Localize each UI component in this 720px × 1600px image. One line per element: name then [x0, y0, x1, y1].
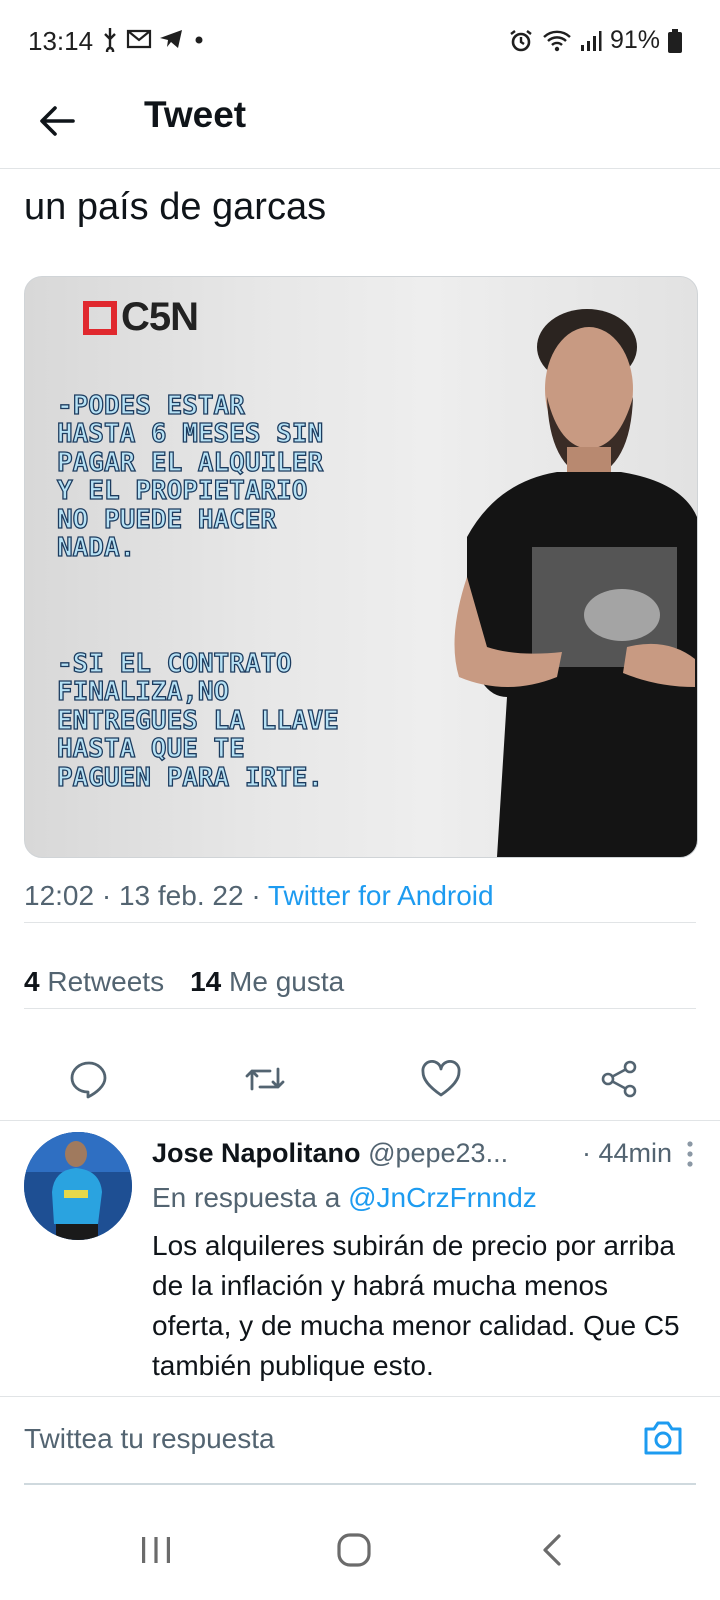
likes-label: Me gusta [229, 966, 345, 997]
reply-text: Los alquileres subirán de precio por arr… [152, 1230, 680, 1381]
reply-input-underline [24, 1483, 696, 1485]
app-bar: Tweet [0, 80, 720, 169]
arrow-left-icon [40, 106, 75, 136]
share-icon [601, 1060, 637, 1098]
tweet-stats: 4 Retweets 14 Me gusta [24, 966, 344, 998]
reply-composer: Twittea tu respuesta [0, 1396, 720, 1493]
camera-icon [644, 1421, 682, 1455]
likes-count: 14 [190, 966, 222, 997]
like-button[interactable] [416, 1054, 466, 1104]
reply-author-name[interactable]: Jose Napolitano [152, 1138, 361, 1168]
battery-icon [668, 28, 682, 53]
likes-stat[interactable]: 14 Me gusta [190, 966, 344, 998]
dot-icon [195, 36, 203, 44]
tweet-meta: 12:02 · 13 feb. 22 · Twitter for Android [24, 880, 494, 911]
reply-input[interactable]: Twittea tu respuesta [24, 1423, 275, 1455]
alarm-icon [510, 29, 532, 51]
gmail-icon [126, 29, 152, 49]
more-vertical-icon [687, 1141, 693, 1167]
presenter-figure [454, 309, 697, 857]
image-caption-block-1: -PODES ESTAR HASTA 6 MESES SIN PAGAR EL … [56, 390, 324, 563]
c5n-logo: C5N [83, 295, 199, 340]
home-icon [337, 1533, 371, 1567]
reply-author-handle[interactable]: @pepe23... [368, 1138, 508, 1168]
tweet-text: un país de garcas [24, 186, 327, 228]
back-button[interactable] [30, 94, 84, 148]
retweets-stat[interactable]: 4 Retweets [24, 966, 164, 998]
page-title: Tweet [144, 94, 247, 135]
reply-icon [70, 1061, 107, 1099]
retweet-button[interactable] [240, 1054, 290, 1104]
c5n-logo-square [83, 300, 117, 335]
reply-context-mention[interactable]: @JnCrzFrnndz [348, 1182, 537, 1213]
retweet-icon [245, 1067, 285, 1091]
telegram-icon [160, 30, 182, 48]
avatar-image [24, 1132, 132, 1240]
reply-tweet[interactable]: Jose Napolitano @pepe23... · 44min En re… [0, 1122, 720, 1394]
c5n-logo-text: C5N [121, 295, 199, 339]
chevron-left-icon [543, 1534, 561, 1566]
reply-button[interactable] [64, 1054, 114, 1104]
reply-context-label: En respuesta a [152, 1182, 341, 1213]
share-button[interactable] [594, 1054, 644, 1104]
status-bar: 13:14 91% [0, 0, 720, 80]
tweet-source-link[interactable]: Twitter for Android [268, 880, 494, 911]
tweet-date: 13 feb. 22 [118, 880, 244, 911]
status-time: 13:14 [28, 26, 94, 56]
notification-icons [100, 26, 208, 52]
tweet-actions [0, 1040, 720, 1121]
camera-button[interactable] [640, 1415, 686, 1461]
wifi-icon [543, 30, 571, 51]
divider [24, 922, 696, 923]
tweet-time: 12:02 [24, 880, 95, 911]
system-navigation-bar [0, 1500, 720, 1600]
home-button[interactable] [326, 1522, 382, 1578]
retweets-count: 4 [24, 966, 40, 997]
battery-percent: 91% [609, 26, 660, 54]
signal-icon [580, 30, 602, 51]
system-status: 91% [508, 26, 682, 55]
tweet-image[interactable]: C5N -PODES ESTAR HASTA 6 MESES SIN PAGAR… [24, 276, 698, 858]
heart-icon [421, 1060, 461, 1097]
reply-time: · 44min [581, 1138, 672, 1168]
reply-context: En respuesta a @JnCrzFrnndz [152, 1182, 537, 1214]
image-caption: -PODES ESTAR HASTA 6 MESES SIN PAGAR EL … [56, 363, 339, 821]
back-nav-button[interactable] [524, 1522, 580, 1578]
image-caption-block-2: -SI EL CONTRATO FINALIZA,NO ENTREGUES LA… [56, 648, 339, 793]
retweets-label: Retweets [47, 966, 165, 997]
more-options-button[interactable] [680, 1136, 700, 1172]
recent-apps-icon [142, 1537, 170, 1563]
divider [24, 1008, 696, 1009]
avatar[interactable] [24, 1132, 132, 1240]
recent-apps-button[interactable] [128, 1522, 184, 1578]
usb-icon [104, 28, 116, 52]
